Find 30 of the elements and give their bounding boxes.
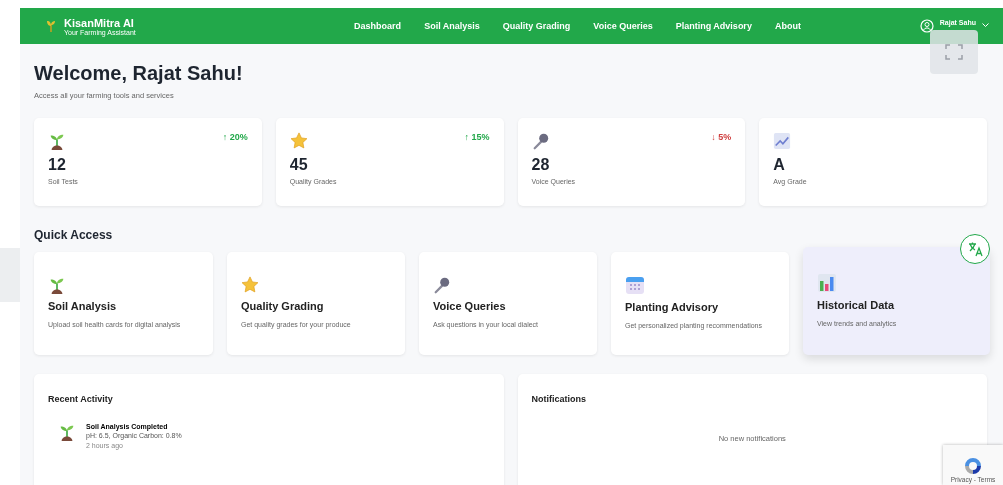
trend-indicator: ↓ 5% (711, 132, 732, 142)
translate-icon (967, 241, 983, 257)
stat-value: A (773, 156, 786, 174)
star-icon (289, 132, 308, 150)
welcome-heading: Welcome, Rajat Sahu! (34, 62, 244, 85)
brand-name: KisanMitra AI (64, 16, 135, 29)
sprout-icon (58, 423, 76, 441)
fullscreen-icon (945, 44, 963, 60)
stat-value: 28 (531, 156, 551, 174)
bar-chart-icon (817, 272, 837, 293)
translate-button[interactable] (960, 234, 990, 264)
leaf-logo-icon (46, 20, 56, 32)
sprout-icon (48, 132, 66, 150)
recaptcha-icon (963, 456, 983, 476)
trend-indicator: ↑ 15% (464, 132, 490, 142)
star-icon (241, 276, 259, 295)
panel-title: Recent Activity (48, 394, 113, 404)
trend-indicator: ↑ 20% (222, 132, 248, 142)
chevron-down-icon[interactable] (982, 22, 989, 28)
stat-value: 12 (48, 156, 67, 174)
panel-title: Notifications (531, 394, 586, 404)
fullscreen-button[interactable] (930, 30, 978, 74)
calendar-icon (625, 275, 645, 296)
microphone-icon (433, 276, 451, 295)
section-heading: Quick Access (34, 228, 114, 242)
sprout-icon (48, 276, 66, 295)
line-chart-icon (773, 132, 792, 150)
user-icon[interactable] (919, 19, 934, 33)
stat-value: 45 (289, 156, 309, 174)
microphone-icon (531, 132, 550, 150)
